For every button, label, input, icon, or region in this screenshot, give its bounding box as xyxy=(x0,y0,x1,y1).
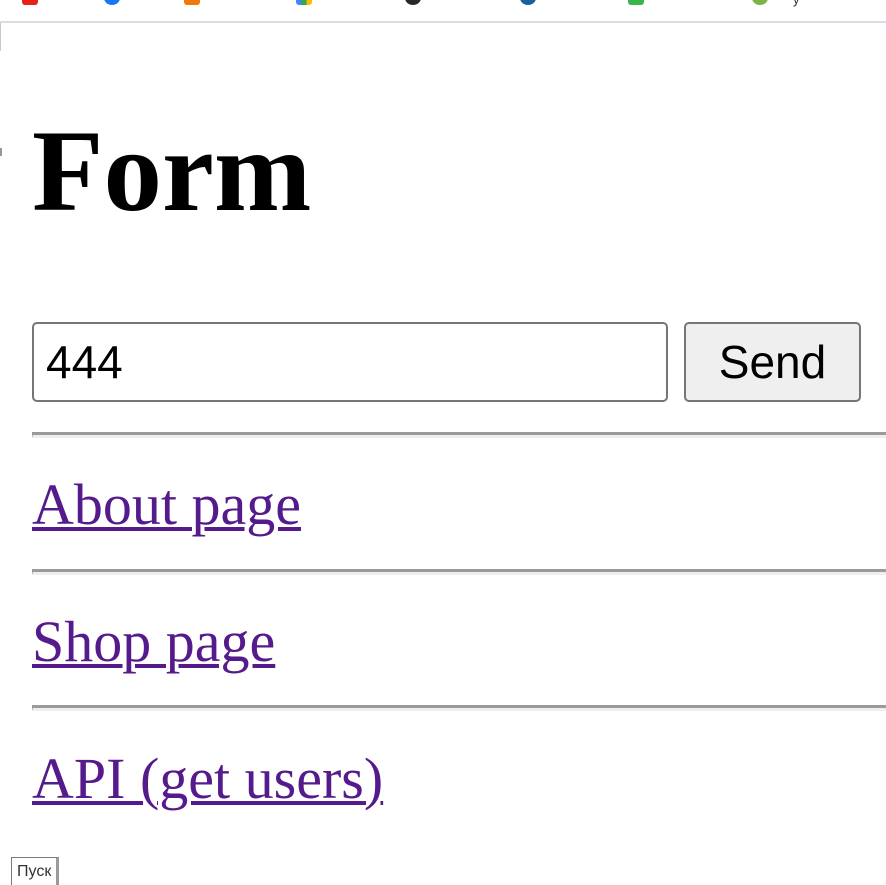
page-title: Form xyxy=(32,107,312,236)
orange-bookmark-icon[interactable] xyxy=(184,0,200,5)
messenger-bookmark-icon[interactable] xyxy=(104,0,120,5)
send-button[interactable]: Send xyxy=(684,322,861,402)
youtube-bookmark-icon[interactable] xyxy=(22,0,38,5)
divider xyxy=(32,569,886,575)
left-edge-mark xyxy=(0,148,2,156)
lime-bookmark-icon[interactable] xyxy=(752,0,768,5)
divider xyxy=(32,432,886,438)
bookmarks-bar: у xyxy=(0,0,886,23)
start-button[interactable]: Пуск xyxy=(11,857,60,885)
divider xyxy=(32,705,886,711)
blue-bookmark-icon[interactable] xyxy=(520,0,536,5)
left-edge-divider xyxy=(0,23,1,51)
about-page-link[interactable]: About page xyxy=(32,472,301,538)
shop-page-link[interactable]: Shop page xyxy=(32,609,275,675)
text-input[interactable] xyxy=(32,322,668,402)
bookmark-label[interactable]: у xyxy=(793,0,800,7)
green-bookmark-icon[interactable] xyxy=(628,0,644,5)
github-bookmark-icon[interactable] xyxy=(405,0,421,5)
colorful-bookmark-icon[interactable] xyxy=(296,0,312,5)
api-get-users-link[interactable]: API (get users) xyxy=(32,746,383,812)
browser-viewport: у Form Send About page Shop page API (ge… xyxy=(0,0,886,885)
